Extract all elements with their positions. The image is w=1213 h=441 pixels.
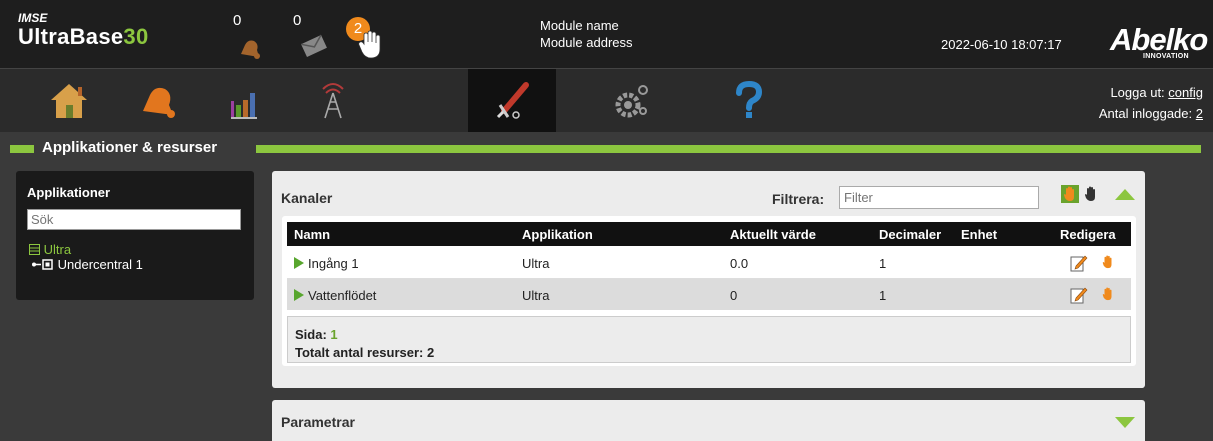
- envelope-icon[interactable]: [300, 34, 328, 58]
- channels-card: Kanaler Filtrera: Namn Applikation Aktue…: [272, 171, 1145, 388]
- nav-tools[interactable]: [468, 69, 556, 132]
- bell-icon: [143, 87, 175, 118]
- play-icon: [294, 257, 304, 269]
- play-icon: [294, 289, 304, 301]
- nav-alarms[interactable]: [113, 69, 201, 132]
- col-name[interactable]: Namn: [294, 227, 330, 242]
- hand-icon[interactable]: [1101, 254, 1115, 270]
- row-decimals: 1: [879, 256, 887, 271]
- edit-icon[interactable]: [1070, 254, 1088, 272]
- filter-input[interactable]: [839, 186, 1039, 209]
- applications-panel: Applikationer Ultra Undercentral 1: [16, 171, 254, 300]
- total-resources: Totalt antal resurser: 2: [295, 345, 435, 360]
- gears-icon: [615, 85, 648, 118]
- logout-info: Logga ut: config: [1110, 85, 1203, 100]
- main-nav: Logga ut: config Antal inloggade: 2: [0, 68, 1213, 132]
- alarm-count: 0: [233, 12, 242, 29]
- tree-child-label: Undercentral 1: [57, 257, 143, 272]
- search-input[interactable]: [27, 209, 241, 230]
- applications-title: Applikationer: [27, 185, 111, 200]
- table-row[interactable]: Vattenflödet Ultra 0 1: [287, 279, 1131, 310]
- parameters-card[interactable]: Parametrar: [272, 400, 1145, 441]
- message-count: 0: [293, 12, 302, 29]
- hand-filter-active-icon[interactable]: [1061, 185, 1079, 203]
- brand-name: UltraBase30: [18, 24, 149, 49]
- logout-link[interactable]: config: [1168, 85, 1203, 100]
- row-decimals: 1: [879, 288, 887, 303]
- tree-folder-icon: [29, 244, 40, 255]
- bar-chart-icon: [231, 93, 257, 119]
- edit-icon[interactable]: [1070, 286, 1088, 304]
- home-icon: [51, 84, 87, 118]
- tree-node-icon: [32, 259, 53, 270]
- parameters-title: Parametrar: [281, 414, 355, 430]
- hand-icon[interactable]: [358, 30, 382, 60]
- module-address: Module address: [540, 35, 633, 50]
- expand-arrow-icon[interactable]: [1115, 417, 1135, 429]
- row-application: Ultra: [522, 288, 550, 303]
- collapse-arrow-icon[interactable]: [1115, 188, 1135, 200]
- logged-in-info: Antal inloggade: 2: [1099, 106, 1203, 121]
- table-footer: Sida: 1 Totalt antal resurser: 2: [287, 316, 1131, 363]
- hand-icon[interactable]: [1101, 286, 1115, 302]
- logged-in-label: Antal inloggade:: [1098, 106, 1193, 121]
- col-unit[interactable]: Enhet: [961, 227, 997, 242]
- page-info: Sida: 1: [295, 327, 338, 342]
- row-name: Vattenflödet: [294, 288, 376, 303]
- row-value: 0: [730, 288, 738, 303]
- page-number-link[interactable]: 1: [330, 327, 337, 342]
- col-decimals[interactable]: Decimaler: [879, 227, 941, 242]
- logout-label: Logga ut:: [1110, 85, 1165, 100]
- col-edit: Redigera: [1060, 227, 1116, 242]
- tree-root-label: Ultra: [43, 242, 72, 257]
- brand-prefix: IMSE: [18, 11, 48, 25]
- channels-title: Kanaler: [281, 190, 333, 206]
- table-header: Namn Applikation Aktuellt värde Decimale…: [287, 222, 1131, 246]
- row-value: 0.0: [730, 256, 749, 271]
- nav-help[interactable]: [705, 69, 793, 132]
- filter-label: Filtrera:: [772, 191, 825, 207]
- section-title: Applikationer & resurser: [40, 139, 220, 156]
- tree-item-ultra[interactable]: Ultra: [29, 242, 71, 257]
- datetime: 2022-06-10 18:07:17: [941, 37, 1062, 52]
- top-bar: IMSE UltraBase30 0 0 2 Module name Modul…: [0, 0, 1213, 68]
- tree-item-undercentral[interactable]: Undercentral 1: [32, 257, 143, 272]
- nav-charts[interactable]: [201, 69, 289, 132]
- abelko-logo-sub: INNOVATION: [1143, 53, 1189, 60]
- nav-home[interactable]: [25, 69, 113, 132]
- hand-filter-icon[interactable]: [1083, 185, 1099, 203]
- tools-icon: [496, 82, 529, 119]
- nav-communication[interactable]: [289, 69, 377, 132]
- channels-table: Namn Applikation Aktuellt värde Decimale…: [282, 216, 1136, 366]
- help-icon: [736, 81, 763, 118]
- logged-in-count-link[interactable]: 2: [1196, 106, 1203, 121]
- nav-settings[interactable]: [588, 69, 676, 132]
- bell-icon[interactable]: [237, 35, 263, 61]
- col-current-value[interactable]: Aktuellt värde: [730, 227, 816, 242]
- row-name: Ingång 1: [294, 256, 359, 271]
- col-application[interactable]: Applikation: [522, 227, 593, 242]
- antenna-icon: [322, 83, 344, 119]
- module-name: Module name: [540, 18, 619, 33]
- row-application: Ultra: [522, 256, 550, 271]
- table-row[interactable]: Ingång 1 Ultra 0.0 1: [287, 247, 1131, 279]
